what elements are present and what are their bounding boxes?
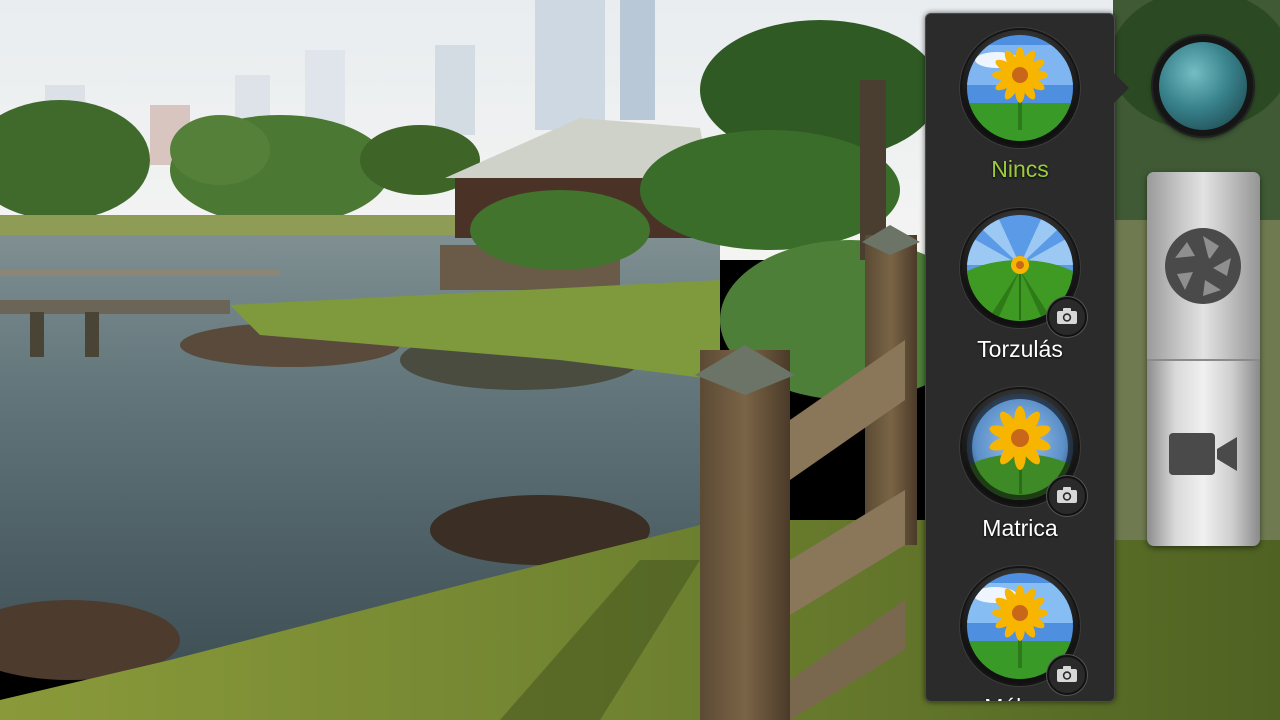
photo-mode-button[interactable]	[1147, 172, 1260, 359]
effect-item-torzulas[interactable]: Torzulás	[926, 194, 1114, 372]
camera-badge-icon	[1047, 297, 1087, 337]
effects-panel: Nincs Torzulás Matrica	[925, 13, 1115, 702]
lens-effect-icon	[1159, 42, 1247, 130]
effect-label: Mély…	[926, 694, 1114, 701]
effect-label: Nincs	[991, 156, 1049, 182]
effect-item-nincs[interactable]: Nincs	[926, 14, 1114, 192]
mode-switch	[1147, 172, 1260, 546]
shutter-icon	[1165, 228, 1241, 304]
camera-badge-icon	[1047, 476, 1087, 516]
panel-pointer	[1113, 72, 1129, 104]
sunflower-icon	[967, 35, 1073, 141]
camera-badge-icon	[1047, 655, 1087, 695]
video-mode-button[interactable]	[1147, 361, 1260, 546]
effect-label: Torzulás	[977, 336, 1063, 362]
video-camera-icon	[1169, 433, 1237, 475]
effect-thumb	[962, 30, 1078, 146]
camera-screen: Nincs Torzulás Matrica	[0, 0, 1280, 720]
effect-item-matrica[interactable]: Matrica	[926, 373, 1114, 551]
current-effect-button[interactable]	[1153, 36, 1253, 136]
effect-label: Matrica	[982, 515, 1058, 541]
effect-item-mely[interactable]: Mély…	[926, 552, 1114, 701]
